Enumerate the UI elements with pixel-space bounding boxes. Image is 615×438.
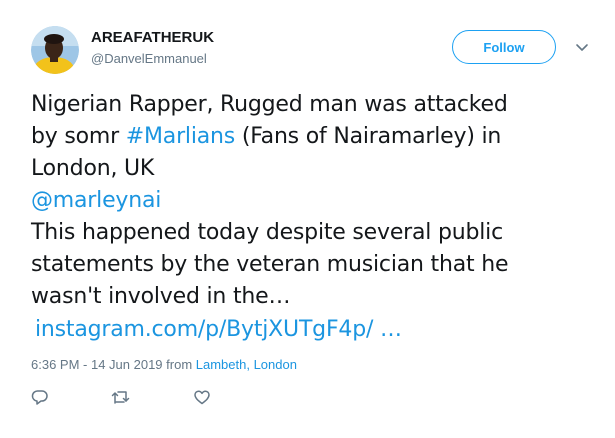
timestamp[interactable]: 6:36 PM - 14 Jun 2019 from: [31, 357, 196, 372]
tweet-metadata: 6:36 PM - 14 Jun 2019 from Lambeth, Lond…: [31, 357, 297, 373]
heart-icon[interactable]: [193, 388, 213, 408]
retweet-icon[interactable]: [111, 388, 131, 408]
tweet-text-fragment: by somr: [31, 124, 126, 149]
tweet-card: AREAFATHERUK @DanvelEmmanuel Follow Nige…: [0, 0, 615, 438]
tweet-text: Nigerian Rapper, Rugged man was attacked…: [31, 89, 591, 346]
tweet-text-line: by somr #Marlians (Fans of Nairamarley) …: [31, 121, 591, 153]
location-link[interactable]: Lambeth, London: [196, 357, 297, 372]
hashtag-link[interactable]: #Marlians: [126, 124, 235, 149]
tweet-text-line: This happened today despite several publ…: [31, 220, 503, 245]
tweet-text-line: Nigerian Rapper, Rugged man was attacked: [31, 92, 508, 117]
reply-icon[interactable]: [31, 388, 51, 408]
display-name[interactable]: AREAFATHERUK: [91, 29, 214, 47]
follow-button[interactable]: Follow: [452, 30, 556, 64]
mention-link[interactable]: @marleynai: [31, 185, 591, 217]
tweet-text-line: statements by the veteran musician that …: [31, 252, 509, 277]
tweet-text-line: London, UK: [31, 156, 155, 181]
tweet-text-line: wasn't involved in the…: [31, 284, 291, 309]
avatar[interactable]: [31, 26, 79, 74]
chevron-down-icon[interactable]: [575, 40, 589, 54]
user-handle[interactable]: @DanvelEmmanuel: [91, 51, 207, 67]
url-link[interactable]: instagram.com/p/BytjXUTgF4p/ …: [31, 314, 591, 346]
tweet-text-fragment: (Fans of Nairamarley) in: [235, 124, 502, 149]
